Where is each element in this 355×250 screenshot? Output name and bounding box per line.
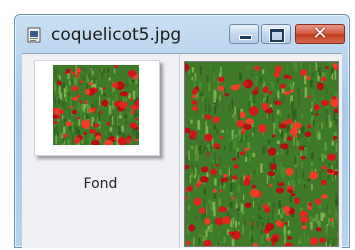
maximize-button[interactable] [261, 24, 291, 44]
minimize-button[interactable] [229, 24, 259, 44]
close-icon: ✕ [312, 23, 328, 44]
title-bar[interactable]: coquelicot5.jpg ✕ [15, 15, 349, 53]
preview-image [184, 61, 339, 247]
thumbnail-label: Fond [83, 176, 118, 192]
close-button[interactable]: ✕ [295, 23, 345, 44]
thumbnail-card[interactable] [34, 60, 160, 156]
maximize-icon [270, 29, 284, 42]
thumbnail-panel: Fond [22, 54, 180, 248]
image-window: coquelicot5.jpg ✕ Fond [14, 14, 350, 248]
minimize-icon [239, 35, 252, 40]
client-area: Fond [22, 53, 342, 248]
app-icon [27, 27, 41, 43]
window-title: coquelicot5.jpg [51, 25, 182, 45]
thumbnail-image [53, 65, 139, 145]
